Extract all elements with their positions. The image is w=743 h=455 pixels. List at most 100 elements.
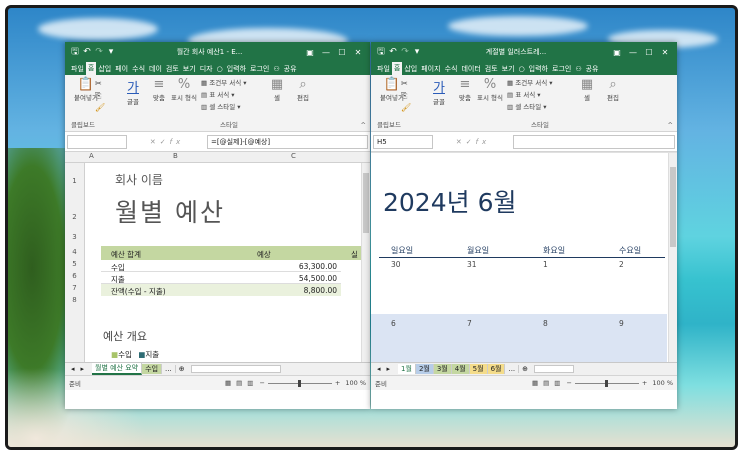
tab-review[interactable]: 검토 bbox=[483, 64, 500, 74]
row-header[interactable]: 6 bbox=[65, 270, 84, 282]
cell-style-button[interactable]: ▥ 셀 스타일 ▾ bbox=[201, 101, 241, 111]
tab-view[interactable]: 보기 bbox=[181, 64, 198, 74]
sheet-tab-jan[interactable]: 1월 bbox=[398, 364, 416, 374]
ribbon-display-icon[interactable]: ▣ bbox=[302, 48, 318, 57]
day-cell[interactable]: 30 bbox=[391, 260, 401, 269]
worksheet-grid[interactable]: 2024년 6월 일요일 월요일 화요일 수요일 30 31 1 2 6 7 8… bbox=[371, 152, 677, 362]
zoom-out-icon[interactable]: − bbox=[259, 379, 264, 387]
sheet-tab-summary[interactable]: 월별 예산 요약 bbox=[92, 363, 143, 375]
conditional-format-button[interactable]: ▦ 조건부 서식 ▾ bbox=[201, 77, 247, 87]
page-layout-icon[interactable]: ▤ bbox=[543, 379, 549, 387]
add-sheet-icon[interactable]: ⊕ bbox=[522, 365, 528, 373]
page-break-icon[interactable]: ▥ bbox=[247, 379, 253, 387]
zoom-thumb[interactable] bbox=[297, 379, 301, 387]
cells-button[interactable]: ▦ 셀 bbox=[577, 77, 597, 102]
day-cell[interactable]: 6 bbox=[391, 319, 396, 328]
login-link[interactable]: 로그인 bbox=[550, 64, 573, 74]
vertical-scrollbar[interactable] bbox=[668, 153, 677, 362]
collapse-ribbon-icon[interactable]: ^ bbox=[668, 121, 673, 129]
day-cell[interactable]: 7 bbox=[467, 319, 472, 328]
day-cell[interactable]: 31 bbox=[467, 260, 477, 269]
cut-icon[interactable]: ✂ bbox=[95, 79, 102, 88]
redo-icon[interactable]: ↷ bbox=[399, 47, 411, 57]
maximize-icon[interactable]: ☐ bbox=[641, 48, 657, 57]
scroll-thumb[interactable] bbox=[363, 173, 369, 233]
sheet-tab-more[interactable]: ... bbox=[505, 365, 520, 373]
number-format-button[interactable]: % 표시 형식 bbox=[171, 77, 197, 102]
tab-home[interactable]: 홈 bbox=[391, 62, 403, 75]
cancel-icon[interactable]: ✕ bbox=[150, 138, 160, 146]
scroll-thumb[interactable] bbox=[670, 167, 676, 247]
tab-insert[interactable]: 삽입 bbox=[402, 64, 419, 74]
undo-icon[interactable]: ↶ bbox=[387, 47, 399, 57]
table-row[interactable]: 수입 63,300.00 bbox=[101, 260, 341, 272]
redo-icon[interactable]: ↷ bbox=[93, 47, 105, 57]
zoom-slider[interactable] bbox=[267, 379, 332, 387]
cancel-icon[interactable]: ✕ bbox=[456, 138, 466, 146]
conditional-format-button[interactable]: ▦ 조건부 서식 ▾ bbox=[507, 77, 553, 87]
formula-input[interactable] bbox=[513, 134, 675, 149]
maximize-icon[interactable]: ☐ bbox=[334, 48, 350, 57]
tab-formulas[interactable]: 수식 bbox=[443, 64, 460, 74]
zoom-level[interactable]: 100 % bbox=[345, 379, 366, 387]
format-painter-icon[interactable]: 🖌 bbox=[95, 103, 105, 112]
font-button[interactable]: 가 글꼴 bbox=[427, 77, 451, 106]
cut-icon[interactable]: ✂ bbox=[401, 79, 408, 88]
row-header[interactable]: 1 bbox=[65, 163, 84, 191]
row-header[interactable]: 8 bbox=[65, 294, 84, 306]
fx-icon[interactable]: fx bbox=[476, 138, 491, 146]
tab-formulas[interactable]: 수식 bbox=[130, 64, 147, 74]
tab-data[interactable]: 데이터 bbox=[459, 64, 482, 74]
undo-icon[interactable]: ↶ bbox=[81, 47, 93, 57]
zoom-slider[interactable] bbox=[574, 379, 639, 387]
day-cell[interactable]: 9 bbox=[619, 319, 624, 328]
customize-qat-icon[interactable]: ▾ bbox=[105, 47, 117, 57]
share-button[interactable]: 공유 bbox=[584, 64, 601, 74]
zoom-in-icon[interactable]: + bbox=[335, 379, 340, 387]
tab-insert[interactable]: 삽입 bbox=[96, 64, 113, 74]
sheet-tab-more[interactable]: ... bbox=[162, 365, 176, 373]
copy-icon[interactable]: ⎘ bbox=[95, 91, 101, 101]
day-cell[interactable]: 8 bbox=[543, 319, 548, 328]
sheet-tab-jun[interactable]: 6월 bbox=[487, 364, 506, 374]
select-all-corner[interactable] bbox=[65, 152, 85, 162]
page-layout-icon[interactable]: ▤ bbox=[236, 379, 242, 387]
name-box[interactable] bbox=[67, 134, 127, 149]
row-header[interactable]: 3 bbox=[65, 232, 84, 243]
number-format-button[interactable]: % 표시 형식 bbox=[477, 77, 503, 102]
tab-view[interactable]: 보기 bbox=[500, 64, 517, 74]
col-header-b[interactable]: B bbox=[173, 152, 178, 160]
align-button[interactable]: ≡ 맞춤 bbox=[147, 77, 171, 102]
col-header-a[interactable]: A bbox=[89, 152, 94, 160]
fx-icon[interactable]: fx bbox=[170, 138, 185, 146]
scroll-right-icon[interactable]: ▸ bbox=[81, 365, 85, 373]
name-box[interactable]: H5 bbox=[373, 134, 433, 149]
collapse-ribbon-icon[interactable]: ^ bbox=[361, 121, 366, 129]
tell-me-input[interactable]: 입력하 bbox=[225, 64, 248, 74]
scroll-left-icon[interactable]: ◂ bbox=[377, 365, 381, 373]
align-button[interactable]: ≡ 맞춤 bbox=[453, 77, 477, 102]
normal-view-icon[interactable]: ▦ bbox=[225, 379, 231, 387]
enter-icon[interactable]: ✓ bbox=[466, 138, 476, 146]
normal-view-icon[interactable]: ▦ bbox=[532, 379, 538, 387]
tab-page[interactable]: 페이 bbox=[113, 64, 130, 74]
horizontal-scrollbar[interactable] bbox=[190, 365, 281, 373]
save-icon[interactable]: 🖫 bbox=[375, 44, 387, 60]
week-row[interactable]: 30 31 1 2 bbox=[379, 260, 665, 308]
table-format-button[interactable]: ▤ 표 서식 ▾ bbox=[201, 89, 235, 99]
sheet-tab-mar[interactable]: 3월 bbox=[433, 364, 452, 374]
zoom-thumb[interactable] bbox=[604, 379, 608, 387]
col-header-c[interactable]: C bbox=[291, 152, 296, 160]
zoom-out-icon[interactable]: − bbox=[566, 379, 571, 387]
row-header[interactable]: 5 bbox=[65, 258, 84, 270]
horizontal-scrollbar[interactable] bbox=[534, 365, 575, 373]
tab-file[interactable]: 파일 bbox=[69, 64, 86, 74]
week-row[interactable]: 6 7 8 9 bbox=[371, 314, 667, 362]
tab-design[interactable]: 디자 bbox=[198, 64, 215, 74]
page-break-icon[interactable]: ▥ bbox=[554, 379, 560, 387]
cell-style-button[interactable]: ▥ 셀 스타일 ▾ bbox=[507, 101, 547, 111]
scroll-right-icon[interactable]: ▸ bbox=[387, 365, 391, 373]
edit-button[interactable]: ⌕ 편집 bbox=[291, 77, 315, 102]
add-sheet-icon[interactable]: ⊕ bbox=[179, 365, 185, 373]
worksheet-grid[interactable]: 1 2 3 4 5 6 7 8 회사 이름 월별 예산 예산 합계 예상 실 수… bbox=[65, 163, 370, 362]
